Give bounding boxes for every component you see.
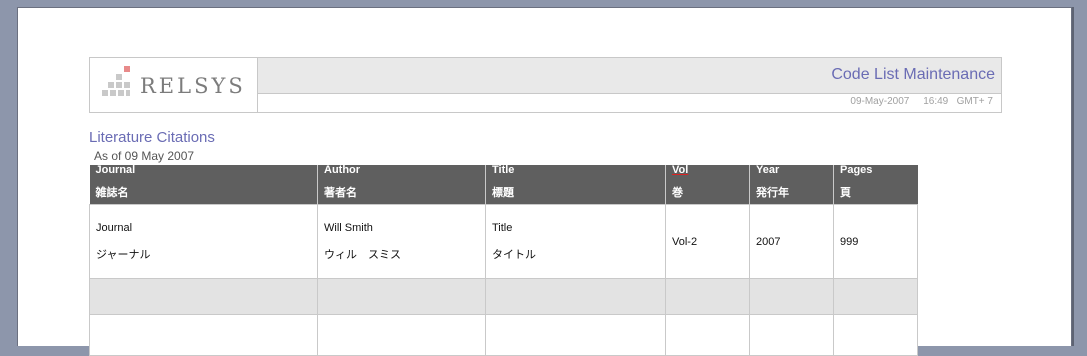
report-time: 16:49 xyxy=(923,96,949,107)
report-date: 09-May-2007 xyxy=(850,96,910,107)
report-title: Literature Citations xyxy=(89,129,215,146)
cell-journal: Journal ジャーナル xyxy=(89,204,318,279)
report-datetime: 09-May-2007 16:49 GMT+ 7 xyxy=(850,96,993,107)
report-subtitle: As of 09 May 2007 xyxy=(94,149,195,163)
relsys-logo-icon xyxy=(102,66,130,96)
cell-title: Title タイトル xyxy=(485,204,666,279)
table-row xyxy=(89,278,918,315)
cell-author: Will Smith ウィル スミス xyxy=(317,204,486,279)
column-header-journal: Journal 雑誌名 xyxy=(89,164,318,205)
logo: RELSYS xyxy=(90,58,258,112)
report-header: RELSYS Code List Maintenance 09-May-2007… xyxy=(89,57,1002,113)
column-header-pages: Pages 頁 xyxy=(833,164,918,205)
header-title-bar: Code List Maintenance xyxy=(258,58,1001,94)
column-header-vol: Vol 巻 xyxy=(665,164,750,205)
table-header-row: Journal 雑誌名 Author 著者名 Title 標題 Vol 巻 Year 発行… xyxy=(89,164,918,205)
app-title: Code List Maintenance xyxy=(831,66,995,83)
logo-text: RELSYS xyxy=(140,74,246,98)
report-page: RELSYS Code List Maintenance 09-May-2007… xyxy=(17,7,1072,356)
cell-vol: Vol-2 xyxy=(665,204,750,279)
cell-pages: 999 xyxy=(833,204,918,279)
column-header-year: Year 発行年 xyxy=(749,164,834,205)
table-row: Journal ジャーナル Will Smith ウィル スミス Title タイトル… xyxy=(89,204,918,279)
column-header-title: Title 標題 xyxy=(485,164,666,205)
column-header-author: Author 著者名 xyxy=(317,164,486,205)
table-row xyxy=(89,314,918,356)
citations-table: Journal 雑誌名 Author 著者名 Title 標題 Vol 巻 Year 発行… xyxy=(89,164,918,356)
header-meta-bar: 09-May-2007 16:49 GMT+ 7 xyxy=(258,94,1001,112)
cell-year: 2007 xyxy=(749,204,834,279)
report-timezone: GMT+ 7 xyxy=(956,96,993,107)
